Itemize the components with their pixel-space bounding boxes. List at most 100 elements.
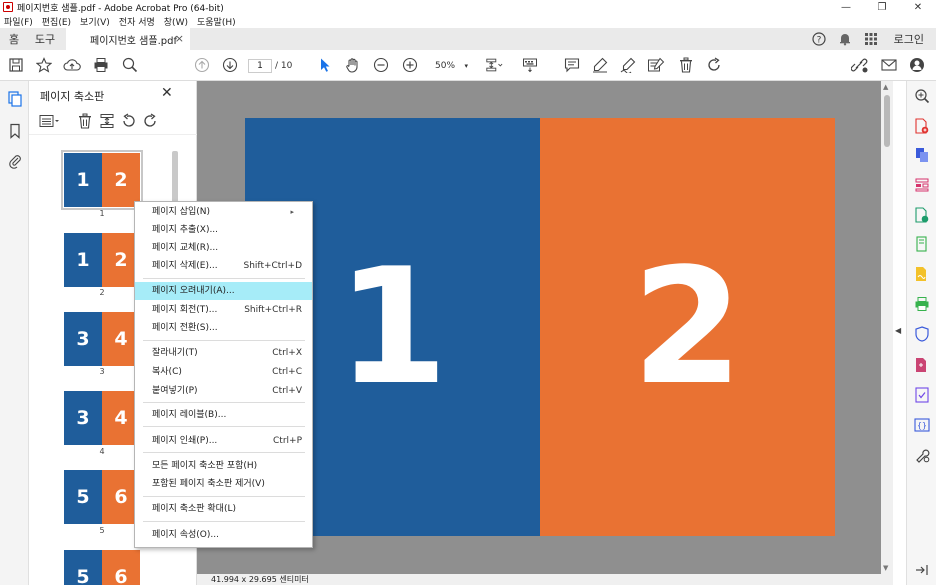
- options-menu-icon[interactable]: [39, 113, 61, 129]
- zoom-search-icon[interactable]: [121, 56, 139, 74]
- insert-page-icon[interactable]: [99, 113, 115, 129]
- menu-item-delete-pages[interactable]: 페이지 삭제(E)... Shift+Ctrl+D: [135, 257, 312, 275]
- comment-icon[interactable]: [563, 56, 581, 74]
- organize-pages-icon[interactable]: [914, 177, 930, 193]
- menu-item-label: 페이지 삭제(E)...: [152, 261, 218, 271]
- delete-page-trash-icon[interactable]: [77, 113, 93, 129]
- menu-file[interactable]: 파일(F): [4, 15, 33, 28]
- tab-document[interactable]: 페이지번호 샘플.pdf ×: [66, 28, 190, 50]
- star-icon[interactable]: [35, 56, 53, 74]
- attachment-paperclip-icon[interactable]: [7, 153, 23, 169]
- print-icon[interactable]: [92, 56, 110, 74]
- bell-icon[interactable]: [832, 32, 858, 46]
- thumbnail-page-5[interactable]: 5 6: [64, 470, 140, 524]
- login-button[interactable]: 로그인: [894, 31, 924, 47]
- email-icon[interactable]: [880, 56, 898, 74]
- thumbnail-page-3[interactable]: 3 4: [64, 312, 140, 366]
- highlight-pen-icon[interactable]: [591, 56, 609, 74]
- link-icon[interactable]: [851, 56, 869, 74]
- thumbnail-page-1[interactable]: 1 2: [61, 150, 143, 210]
- thumbnail-left-half: 1: [64, 153, 102, 207]
- thumbnail-left-half: 5: [64, 550, 102, 585]
- more-tools-wrench-icon[interactable]: [914, 447, 930, 463]
- menu-item-page-labels[interactable]: 페이지 레이블(B)...: [135, 406, 312, 424]
- rotate-icon[interactable]: [705, 56, 723, 74]
- scroll-down-icon[interactable]: ▼: [883, 564, 888, 572]
- menu-item-extract-pages[interactable]: 페이지 추출(X)...: [135, 221, 312, 239]
- collapse-right-pane-icon[interactable]: ◀: [895, 326, 901, 335]
- delete-trash-icon[interactable]: [677, 56, 695, 74]
- menu-item-paste[interactable]: 붙여넣기(P) Ctrl+V: [135, 382, 312, 400]
- tab-tools[interactable]: 도구: [28, 31, 62, 47]
- menu-window[interactable]: 창(W): [164, 15, 188, 28]
- select-pointer-icon[interactable]: [316, 56, 334, 74]
- menu-item-enlarge-thumbnails[interactable]: 페이지 축소판 확대(L): [135, 500, 312, 518]
- page-fit-icon[interactable]: [485, 56, 503, 74]
- collapse-tools-pane-icon[interactable]: [914, 562, 930, 578]
- chevron-down-icon: ▾: [464, 62, 468, 70]
- menu-item-print-pages[interactable]: 페이지 인쇄(P)... Ctrl+P: [135, 432, 312, 450]
- thumbnail-page-4[interactable]: 3 4: [64, 391, 140, 445]
- previous-page-icon[interactable]: [193, 56, 211, 74]
- menu-help[interactable]: 도움말(H): [197, 15, 236, 28]
- menu-edit[interactable]: 편집(E): [42, 15, 71, 28]
- help-icon[interactable]: ?: [806, 32, 832, 46]
- document-vertical-scrollbar[interactable]: ▲ ▼: [881, 81, 893, 574]
- bookmark-icon[interactable]: [7, 123, 23, 139]
- zoom-out-icon[interactable]: [372, 56, 390, 74]
- zoom-level-dropdown[interactable]: 50% ▾: [430, 59, 470, 73]
- thumbnail-left-half: 3: [64, 391, 102, 445]
- hand-tool-icon[interactable]: [344, 56, 362, 74]
- menu-item-copy[interactable]: 복사(C) Ctrl+C: [135, 363, 312, 381]
- menu-item-rotate-pages[interactable]: 페이지 회전(T)... Shift+Ctrl+R: [135, 301, 312, 319]
- save-icon[interactable]: [7, 56, 25, 74]
- zoom-tool-icon[interactable]: [914, 88, 930, 104]
- page-number-input[interactable]: 1: [248, 59, 272, 73]
- menu-item-label: 모든 페이지 축소판 포함(H): [152, 461, 258, 471]
- action-wizard-icon[interactable]: {}: [914, 417, 930, 433]
- thumbnail-page-number: 4: [99, 447, 105, 456]
- menu-esign[interactable]: 전자 서명: [119, 15, 155, 28]
- edit-pdf-icon[interactable]: [647, 56, 665, 74]
- sign-document-icon[interactable]: [914, 266, 930, 282]
- thumbnail-page-2[interactable]: 1 2: [64, 233, 140, 287]
- page-thumbnails-icon[interactable]: [7, 91, 23, 107]
- edit-document-icon[interactable]: [914, 236, 930, 252]
- request-signature-icon[interactable]: [914, 387, 930, 403]
- menu-item-page-transitions[interactable]: 페이지 전환(S)...: [135, 319, 312, 337]
- close-tab-icon[interactable]: ×: [175, 32, 184, 45]
- cloud-upload-icon[interactable]: [63, 56, 81, 74]
- export-pdf-icon[interactable]: [914, 207, 930, 223]
- scroll-up-icon[interactable]: ▲: [883, 83, 888, 91]
- menu-item-embed-thumbnails[interactable]: 모든 페이지 축소판 포함(H): [135, 457, 312, 475]
- menu-item-replace-pages[interactable]: 페이지 교체(R)...: [135, 239, 312, 257]
- close-window-button[interactable]: ✕: [900, 0, 936, 14]
- menu-item-shortcut: Ctrl+C: [272, 367, 302, 377]
- fill-sign-icon[interactable]: [619, 56, 637, 74]
- restore-button[interactable]: ❐: [864, 0, 900, 14]
- thumbnail-page-6[interactable]: 5 6: [64, 550, 140, 585]
- menu-item-page-properties[interactable]: 페이지 속성(O)...: [135, 526, 312, 544]
- rotate-clockwise-icon[interactable]: [142, 113, 158, 129]
- share-user-icon[interactable]: [908, 56, 926, 74]
- prepare-form-icon[interactable]: [914, 357, 930, 373]
- protect-shield-icon[interactable]: [914, 326, 930, 342]
- menu-item-cut[interactable]: 잘라내기(T) Ctrl+X: [135, 344, 312, 362]
- minimize-button[interactable]: —: [828, 0, 864, 14]
- create-pdf-icon[interactable]: [914, 118, 930, 134]
- combine-files-icon[interactable]: [914, 147, 930, 163]
- tab-home[interactable]: 홈: [0, 31, 28, 47]
- next-page-icon[interactable]: [221, 56, 239, 74]
- menu-item-shortcut: Ctrl+X: [272, 348, 302, 358]
- rotate-counterclockwise-icon[interactable]: [121, 113, 137, 129]
- menu-view[interactable]: 보기(V): [80, 15, 110, 28]
- menu-item-crop-pages[interactable]: 페이지 오려내기(A)...: [135, 282, 312, 300]
- menu-item-remove-embedded-thumbnails[interactable]: 포함된 페이지 축소판 제거(V): [135, 475, 312, 493]
- print-production-icon[interactable]: [914, 296, 930, 312]
- close-panel-icon[interactable]: ✕: [161, 85, 173, 101]
- menu-item-insert-pages[interactable]: 페이지 삽입(N) ▸: [135, 203, 312, 221]
- scrollbar-thumb[interactable]: [884, 95, 890, 147]
- keyboard-icon[interactable]: [521, 56, 539, 74]
- apps-grid-icon[interactable]: [858, 32, 884, 46]
- zoom-in-icon[interactable]: [401, 56, 419, 74]
